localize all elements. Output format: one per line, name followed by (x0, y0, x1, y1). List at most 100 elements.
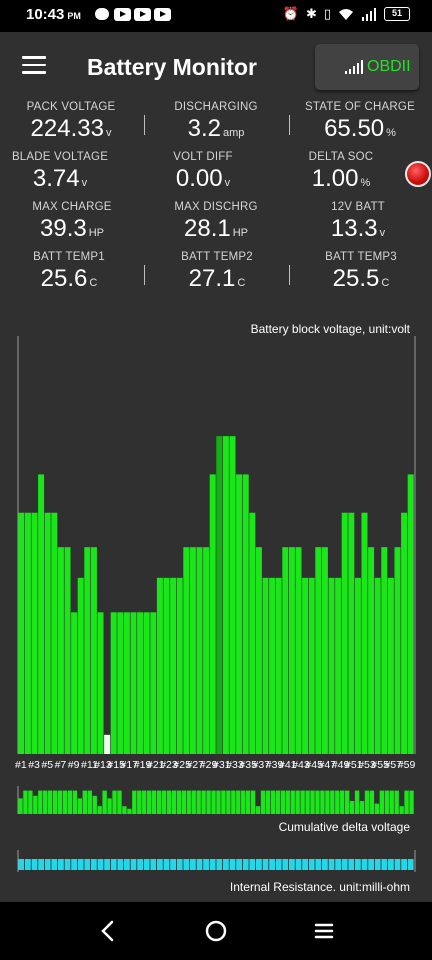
metric-label: MAX CHARGE (32, 201, 112, 213)
resistance-bar (157, 859, 163, 870)
cumulative-bar (255, 806, 261, 814)
voltage-bar (381, 547, 388, 754)
metric-max-discharge: MAX DISCHRG 28.1 HP (151, 201, 281, 243)
resistance-bar (170, 859, 176, 870)
voltage-bar (189, 547, 196, 754)
cumulative-bar (38, 790, 43, 814)
back-icon[interactable] (93, 916, 123, 946)
resistance-bar (196, 859, 203, 870)
voltage-bar (407, 474, 414, 754)
voltage-bar (156, 577, 163, 754)
metric-pack-voltage: PACK VOLTAGE 224.33 v (6, 101, 136, 143)
column-divider (289, 115, 290, 135)
voltage-bar (295, 547, 302, 754)
metric-max-charge: MAX CHARGE 39.3 HP (7, 201, 137, 243)
recents-icon[interactable] (309, 916, 339, 946)
resistance-bar (374, 859, 381, 870)
voltage-bar (249, 512, 256, 754)
resistance-bar (308, 859, 315, 870)
cumulative-bar (77, 798, 83, 814)
resistance-bar (183, 859, 190, 870)
cumulative-bar (181, 790, 186, 814)
voltage-bar (77, 577, 84, 754)
resistance-bar (335, 859, 341, 870)
metric-unit: % (386, 127, 396, 139)
resistance-bar (249, 859, 256, 870)
cumulative-bar (320, 790, 325, 814)
metric-batt-temp2: BATT TEMP2 27.1 C (152, 251, 282, 293)
cumulative-bar (23, 790, 28, 814)
cumulative-bar (409, 790, 414, 814)
cumulative-bar (156, 790, 162, 814)
metric-unit: C (381, 277, 390, 289)
voltage-bar (335, 577, 342, 754)
voltage-bar (255, 547, 262, 754)
cumulative-bar (330, 790, 335, 814)
resistance-bar (203, 859, 209, 870)
voltage-bar (387, 577, 394, 754)
metric-value: 27.1 (188, 265, 236, 292)
resistance-bar (44, 859, 51, 870)
cumulative-bar (201, 790, 206, 814)
voltage-bar (90, 547, 97, 754)
metric-label: PACK VOLTAGE (26, 101, 116, 113)
menu-icon[interactable] (22, 56, 46, 74)
youtube-icon (154, 8, 171, 21)
system-nav-bar (0, 902, 432, 960)
obd-connect-button[interactable]: OBDII (315, 44, 419, 90)
voltage-bar (222, 436, 229, 754)
x-tick-label: #3 (28, 759, 40, 771)
cumulative-bar (28, 790, 33, 814)
resistance-bar (368, 859, 374, 870)
app-bar: Battery Monitor OBDII (0, 32, 432, 100)
voltage-bar (38, 474, 45, 754)
voltage-bar (262, 577, 269, 754)
record-button[interactable] (405, 161, 431, 187)
cumulative-bar (151, 790, 157, 814)
metric-batt-temp3: BATT TEMP3 25.5 C (296, 251, 426, 293)
cumulative-bar (87, 790, 92, 814)
resistance-bar (71, 859, 77, 870)
metric-12v-batt: 12V BATT 13.3 v (293, 201, 423, 243)
resistance-bar (58, 859, 64, 870)
x-tick-label: #9 (68, 759, 80, 771)
voltage-bar (57, 547, 64, 754)
metric-unit: % (360, 177, 371, 189)
home-icon[interactable] (201, 916, 231, 946)
metric-value: 3.74 (32, 165, 80, 192)
status-bar: 10:43 PM ⏰ ✱ ▯ 51 (0, 0, 432, 32)
cumulative-bar (236, 790, 241, 814)
voltage-bar (24, 512, 31, 754)
cumulative-bar (33, 795, 38, 814)
column-divider (144, 265, 145, 285)
resistance-bar (341, 859, 348, 870)
voltage-bar (361, 512, 368, 754)
cumulative-bar (374, 803, 380, 814)
voltage-bar (123, 612, 130, 754)
cumulative-bar (290, 790, 295, 814)
voltage-bar (315, 547, 322, 754)
cumulative-bar (300, 790, 305, 814)
cumulative-bar (315, 790, 320, 814)
voltage-bar (51, 512, 58, 754)
metric-value: 1.00 (311, 165, 359, 192)
voltage-bar (44, 512, 51, 754)
voltage-bar (203, 547, 210, 754)
voltage-bar (163, 577, 170, 754)
cumulative-bar (216, 790, 221, 814)
resistance-bar (97, 859, 104, 870)
metric-delta-soc: DELTA SOC 1.00% (276, 151, 406, 193)
resistance-bar (348, 859, 355, 870)
cumulative-bar (399, 806, 404, 814)
resistance-bar (315, 859, 322, 870)
voltage-bar (242, 474, 249, 754)
obd-label: OBDII (367, 58, 411, 75)
page-title: Battery Monitor (87, 54, 257, 80)
x-tick-label: #5 (41, 759, 53, 771)
cumulative-bar (310, 790, 315, 814)
voltage-bar (176, 577, 183, 754)
cumulative-bar (305, 790, 310, 814)
metric-label: BATT TEMP1 (33, 251, 105, 263)
resistance-bar (209, 859, 216, 870)
cumulative-bar (72, 790, 78, 814)
